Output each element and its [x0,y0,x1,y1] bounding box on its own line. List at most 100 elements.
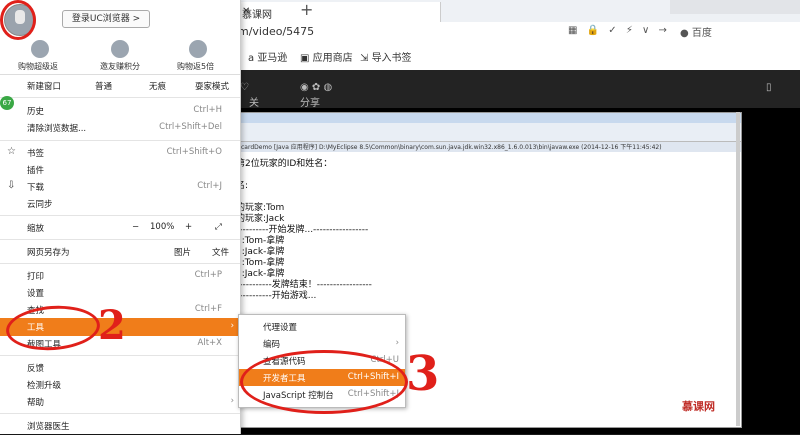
console-output: 第2位玩家的ID和姓名： 名: 的玩家:Tom 的玩家:Jack ---------… [236,159,372,302]
new-tab-icon[interactable]: + [300,0,313,19]
menu-item-label: 帮助 [27,398,45,408]
download-icon: ⇩ [7,180,16,191]
console-header: cardDemo [Java 应用程序] D:\MyEclipse 8.5\Co… [231,142,741,152]
menu-item-browser-doctor[interactable]: 浏览器医生 [0,417,240,435]
menu-item-check-update[interactable]: 检测升级 [0,376,240,394]
chevron-right-icon: › [230,321,234,331]
annotation-circle-devtools [240,350,408,414]
menu-item-shortcut: Ctrl+J [197,181,222,191]
uc-main-menu: 登录UC浏览器 > 购物超级返 邀友赚积分 购物返5倍 新建窗口 普通 无痕 耍… [0,0,241,434]
follow-button[interactable]: ♡ 关注 [240,82,259,124]
new-window-incognito[interactable]: 无痕 [149,80,166,92]
chevron-right-icon: › [230,396,234,406]
divider [0,215,240,216]
menu-item-bookmarks[interactable]: ☆ 书签 Ctrl+Shift+O [0,144,240,162]
menu-item-label: 打印 [27,272,45,282]
share-label: 分享 [300,98,320,109]
menu-item-label: 历史 [27,107,45,117]
bookmark-item[interactable]: ▣ 应用商店 [300,49,353,64]
submenu-item-label: 编码 [263,340,281,350]
menu-item-shortcut: Ctrl+P [194,270,222,280]
new-window-row: 新建窗口 普通 无痕 耍家模式 [0,77,240,95]
save-as-image[interactable]: 图片 [174,246,191,258]
menu-item-label: 浏览器医生 [27,422,70,432]
address-tools-icon[interactable]: ▦ 🔒 ✓ ⚡ ∨ → [568,25,670,36]
window-controls [670,0,800,14]
url-input[interactable]: m/video/5475 [238,25,314,38]
zoom-row: 缩放 − 100% + ⤢ [0,219,240,237]
menu-item-label: 云同步 [27,200,53,210]
eclipse-scrollbar [736,112,740,426]
divider [0,97,240,98]
menu-item-cloud-sync[interactable]: 云同步 [0,195,240,213]
fullscreen-icon[interactable]: ▯ [766,82,772,93]
top-item-label[interactable]: 购物返5倍 [177,61,214,72]
menu-item-shortcut: Ctrl+H [193,105,222,115]
menu-item-label: 检测升级 [27,381,62,391]
save-as-row: 网页另存为 图片 文件 [0,243,240,261]
divider [0,239,240,240]
zoom-in-button[interactable]: + [185,222,192,232]
submenu-item-label: 代理设置 [263,323,298,333]
video-header-bar: ♡ 关注 分享 ◉ ✿ ◍ ▯ [230,70,800,124]
cart-icon[interactable] [189,40,207,58]
menu-item-label: 反馈 [27,364,45,374]
menu-item-label: 插件 [27,166,45,176]
menu-item-plugins[interactable]: 插件 [0,161,240,179]
tab-active[interactable]: 慕课网 ✕ [230,2,441,22]
save-as-file[interactable]: 文件 [212,246,229,258]
share-button[interactable]: 分享 ◉ ✿ ◍ [300,82,332,109]
menu-item-shortcut: Alt+X [197,338,222,348]
shopping-bag-icon[interactable] [31,40,49,58]
annotation-number: 3 [406,346,440,402]
new-window-label[interactable]: 新建窗口 [27,80,61,92]
divider [0,74,240,75]
close-tab-icon[interactable]: ✕ [242,6,250,17]
menu-item-clear-data[interactable]: 清除浏览数据... Ctrl+Shift+Del [0,119,240,137]
menu-item-shortcut: Ctrl+Shift+O [166,147,222,157]
person-icon[interactable] [111,40,129,58]
search-engine[interactable]: ● 百度 [680,24,712,39]
console-line: 第2位玩家的ID和姓名： [236,159,333,169]
console-line: 2:Tom-拿牌 [236,236,285,246]
new-window-mode[interactable]: 耍家模式 [195,80,229,92]
top-item-label[interactable]: 邀友赚积分 [100,61,140,72]
save-as-label[interactable]: 网页另存为 [27,246,70,258]
search-engine-label: 百度 [691,28,712,39]
login-button[interactable]: 登录UC浏览器 > [62,10,150,28]
menu-item-help[interactable]: 帮助 › [0,393,240,411]
fullscreen-expand-icon[interactable]: ⤢ [215,222,222,232]
divider [0,355,240,356]
bookmark-item[interactable]: ⇲ 导入书签 [360,49,412,64]
menu-item-label: 清除浏览数据... [27,124,87,134]
menu-item-shortcut: Ctrl+Shift+Del [159,122,222,132]
menu-item-history[interactable]: 历史 Ctrl+H [0,102,240,120]
address-bar: m/video/5475 ▦ 🔒 ✓ ⚡ ∨ → ● 百度 [230,22,800,43]
console-line: 的玩家:Tom [236,203,285,213]
console-line: -----------开始游戏... [236,291,317,301]
console-line: -----------发牌结束！----------------- [236,280,372,290]
menu-item-print[interactable]: 打印 Ctrl+P [0,267,240,285]
menu-item-feedback[interactable]: 反馈 [0,359,240,377]
tab-bar: 慕课网 ✕ + [230,0,800,23]
console-line: ----------开始发牌...----------------- [236,225,369,235]
submenu-item-proxy[interactable]: 代理设置 [239,318,405,335]
divider [0,413,240,414]
menu-item-settings[interactable]: 设置 [0,284,240,302]
bookmark-item[interactable]: a 亚马逊 [248,49,287,64]
console-line: 的玩家:Jack [236,214,285,224]
new-window-normal[interactable]: 普通 [95,80,112,92]
bookmark-label: 亚马逊 [257,53,288,64]
chevron-right-icon: › [395,338,399,348]
menu-item-downloads[interactable]: ⇩ 下载 Ctrl+J [0,178,240,196]
console-line: 2:Jack-拿牌 [236,247,285,257]
divider [0,263,240,264]
zoom-out-button[interactable]: − [132,222,139,232]
annotation-circle-avatar [0,0,36,40]
eclipse-toolbar [231,123,741,142]
top-item-label[interactable]: 购物超级返 [18,61,58,72]
divider [0,140,240,141]
console-line: 2:Tom-拿牌 [236,258,285,268]
